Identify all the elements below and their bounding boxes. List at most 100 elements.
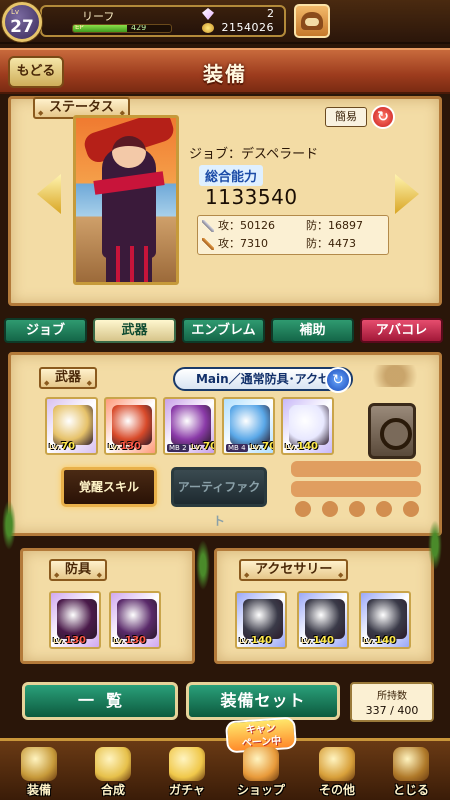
refresh-icon[interactable]: ↻ [371, 105, 395, 129]
vine-decoration [428, 520, 442, 570]
weapon-item-card[interactable]: MB 2 Lv.70 [163, 397, 216, 455]
magical-stat-row: 攻：7310 防：4473 [202, 235, 388, 253]
weapon-item-level: Lv.70 [250, 441, 273, 452]
socket-dot [349, 501, 365, 517]
armor-item-card[interactable]: Lv.130 [109, 591, 161, 649]
weapon-item-art [289, 405, 329, 445]
level-tag: Lv. [285, 443, 297, 451]
nav-item-2[interactable]: ガチャ [152, 747, 222, 800]
accessory-item-card[interactable]: Lv.140 [235, 591, 287, 649]
equip-scroll-icon [21, 747, 57, 781]
nav-item-4[interactable]: その他 [302, 747, 372, 800]
weapon-item-card[interactable]: MB 4 Lv.70 [222, 397, 275, 455]
next-character-arrow-icon[interactable] [395, 174, 419, 214]
sword-icon [202, 220, 214, 232]
level-number: 140 [375, 635, 396, 646]
owned-count-value: 337 / 400 [365, 704, 419, 717]
nav-item-1[interactable]: 合成 [78, 747, 148, 800]
accessory-item-level: Lv.140 [363, 635, 396, 646]
level-tag: Lv. [250, 443, 262, 451]
locked-slot-icon[interactable] [368, 403, 416, 459]
weapon-item-card[interactable]: Lv.130 [104, 397, 157, 455]
nav-label: その他 [318, 783, 355, 797]
total-power-value: 1133540 [205, 185, 298, 209]
list-button[interactable]: 一覧 [22, 682, 178, 720]
level-tag: Lv. [363, 637, 375, 645]
tab-avatar-collection[interactable]: アバコレ [360, 318, 443, 343]
accessory-panel: アクセサリー Lv.140Lv.140Lv.140 [214, 548, 434, 664]
level-tag: Lv. [108, 443, 120, 451]
level-tag: Lv. [191, 443, 203, 451]
staff-icon [202, 238, 214, 250]
socket-dot [295, 501, 311, 517]
tab-job[interactable]: ジョブ [4, 318, 87, 343]
vine-decoration [196, 540, 210, 590]
switch-mode-icon[interactable]: ↻ [325, 367, 351, 393]
weapon-item-art [112, 405, 152, 445]
owned-count-label: 所持数 [377, 691, 407, 702]
accessory-item-level: Lv.140 [301, 635, 334, 646]
page-header: もどる 装備 [0, 48, 450, 94]
attack-defense-stats: 攻：50126 防：16897 攻：7310 防：4473 [197, 215, 389, 255]
nav-label: ショップ [236, 783, 285, 797]
gacha-ticket-icon [169, 747, 205, 781]
awaken-skill-button[interactable]: 覚醒スキル [61, 467, 157, 507]
level-tag: Lv. [49, 443, 61, 451]
equip-set-button[interactable]: 装備セット [186, 682, 340, 720]
accessory-item-art [305, 599, 345, 639]
accessory-item-level: Lv.140 [239, 635, 272, 646]
level-tag: Lv. [301, 637, 313, 645]
weapon-item-art [230, 405, 270, 445]
level-number: 130 [120, 441, 141, 452]
player-level-badge: Lv 27 [2, 2, 42, 42]
close-frog-icon [393, 747, 429, 781]
prev-character-arrow-icon[interactable] [37, 174, 61, 214]
nav-label: 合成 [100, 783, 125, 797]
level-number: 70 [61, 441, 76, 452]
weapon-item-mb-badge: MB 2 [167, 444, 189, 452]
armor-item-art [117, 599, 157, 639]
accessory-item-art [243, 599, 283, 639]
weapon-section-label: 武器 [39, 367, 98, 392]
accessory-item-card[interactable]: Lv.140 [359, 591, 411, 649]
character-portrait[interactable] [73, 115, 179, 285]
hero-head-art [112, 136, 146, 168]
gem-count: 2 [267, 7, 274, 20]
tab-emblem[interactable]: エンブレム [182, 318, 265, 343]
coin-count: 2154026 [221, 21, 274, 34]
socket-dot [403, 501, 419, 517]
weapon-item-level: Lv.70 [49, 441, 75, 452]
accessory-item-card[interactable]: Lv.140 [297, 591, 349, 649]
tab-support[interactable]: 補助 [271, 318, 354, 343]
player-info-panel[interactable]: リーフ EP 429 2 2154026 [40, 5, 286, 37]
weapon-item-mb-badge: MB 4 [226, 444, 248, 452]
armor-item-level: Lv.130 [53, 635, 86, 646]
nav-item-3[interactable]: ショップ [226, 747, 296, 800]
armor-item-level: Lv.130 [113, 635, 146, 646]
weapon-item-level: Lv.130 [108, 441, 141, 452]
level-number: 140 [313, 635, 334, 646]
ep-progress-bar: EP 429 [72, 24, 172, 33]
armor-panel: 防具 Lv.130Lv.130 [20, 548, 195, 664]
weapon-item-level: Lv.70 [191, 441, 214, 452]
artifact-button[interactable]: アーティファクト [171, 467, 267, 528]
nav-item-5[interactable]: とじる [376, 747, 446, 800]
shop-bag-icon [243, 747, 279, 781]
top-status-bar: リーフ EP 429 2 2154026 Lv 27 [0, 0, 450, 44]
weapon-panel: 武器 Main／通常防具･アクセ ↻ Lv.70Lv.130MB 2Lv.70M… [8, 352, 442, 536]
hammer-icon [95, 747, 131, 781]
nav-item-0[interactable]: 装備 [4, 747, 74, 800]
player-name: リーフ [82, 10, 115, 23]
physical-defense: 防：16897 [306, 219, 363, 232]
guide-book-button[interactable] [294, 4, 330, 38]
socket-dot [376, 501, 392, 517]
armor-item-card[interactable]: Lv.130 [49, 591, 101, 649]
simple-view-button[interactable]: 簡易 [325, 107, 367, 127]
nav-label: とじる [392, 783, 429, 797]
job-name: ジョブ：デスペラード [189, 147, 319, 162]
tab-weapon[interactable]: 武器 [93, 318, 176, 343]
weapon-item-card[interactable]: Lv.70 [45, 397, 98, 455]
gem-icon [202, 8, 214, 20]
level-number: 130 [125, 635, 146, 646]
weapon-item-card[interactable]: Lv.140 [281, 397, 334, 455]
